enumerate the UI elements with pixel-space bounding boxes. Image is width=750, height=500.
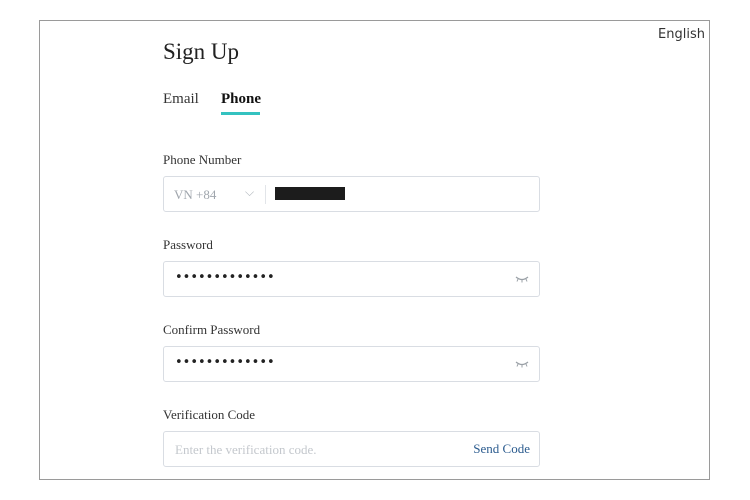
confirm-password-label: Confirm Password [163, 322, 261, 337]
verification-code-label: Verification Code [163, 407, 256, 422]
chevron-down-icon[interactable]: ⌵ [245, 185, 254, 200]
country-code-select[interactable]: VN +84 [174, 187, 216, 203]
password-label: Password [163, 237, 213, 252]
password-field[interactable]: ••••••••••••• [163, 261, 540, 297]
page-title: Sign Up [163, 39, 240, 64]
confirm-password-input[interactable]: ••••••••••••• [175, 355, 275, 370]
tab-email[interactable]: Email [163, 91, 199, 108]
signup-panel: English Sign Up Email Phone Phone Number… [39, 20, 710, 480]
phone-number-label: Phone Number [163, 152, 242, 167]
confirm-password-field[interactable]: ••••••••••••• [163, 346, 540, 382]
password-input[interactable]: ••••••••••••• [175, 270, 275, 285]
verification-code-input[interactable]: Enter the verification code. [175, 442, 317, 458]
tab-phone[interactable]: Phone [221, 91, 261, 108]
active-tab-indicator [221, 112, 260, 115]
eye-closed-icon[interactable] [514, 273, 530, 285]
verification-code-field[interactable]: Enter the verification code. Send Code [163, 431, 540, 467]
send-code-button[interactable]: Send Code [473, 441, 530, 457]
field-divider [265, 185, 266, 204]
eye-closed-icon[interactable] [514, 358, 530, 370]
phone-number-field: VN +84 ⌵ [163, 176, 540, 212]
language-selector[interactable]: English [658, 27, 705, 42]
phone-number-input[interactable] [275, 187, 345, 200]
